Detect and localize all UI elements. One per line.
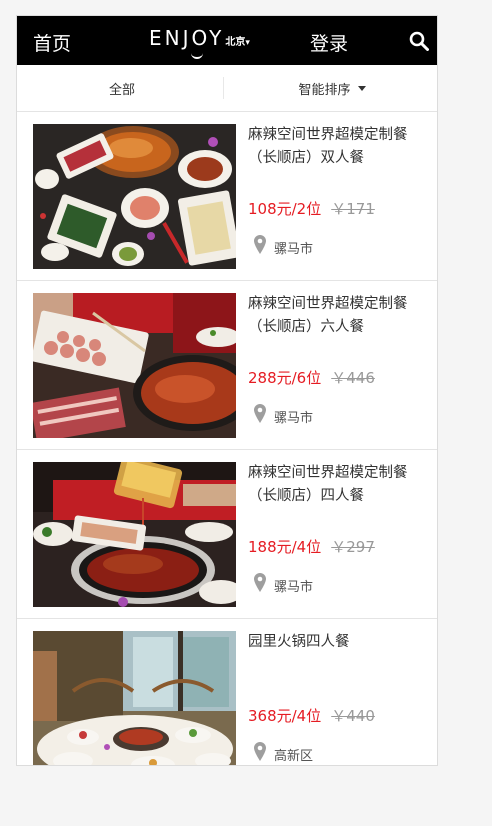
location-row: 高新区 (254, 739, 313, 764)
sort-filter-label: 智能排序 (298, 82, 351, 98)
logo-text: ENJOY (149, 26, 225, 50)
location-pin-icon (254, 742, 266, 761)
price-row: 288元/6位 ￥446 (248, 367, 375, 388)
deal-thumbnail[interactable] (33, 462, 236, 607)
deal-title: 麻辣空间世界超模定制餐（长顺店）双人餐 (248, 127, 408, 166)
category-filter[interactable]: 全部 (17, 65, 227, 111)
deal-title: 麻辣空间世界超模定制餐（长顺店）四人餐 (248, 465, 408, 504)
deal-location: 骡马市 (274, 411, 314, 426)
deal-list-item[interactable]: 园里火锅四人餐 368元/4位 ￥440 高新区 (17, 619, 437, 765)
location-row: 骡马市 (254, 401, 313, 426)
filter-bar: 全部 智能排序 (17, 65, 437, 112)
deal-price: 108元/2位 (248, 200, 322, 218)
price-row: 108元/2位 ￥171 (248, 198, 375, 219)
price-row: 368元/4位 ￥440 (248, 705, 375, 726)
price-row: 188元/4位 ￥297 (248, 536, 375, 557)
deal-price: 188元/4位 (248, 538, 322, 556)
login-link[interactable]: 登录 (310, 29, 348, 56)
deal-list-item[interactable]: 麻辣空间世界超模定制餐（长顺店）六人餐 288元/6位 ￥446 骡马市 (17, 281, 437, 450)
search-icon[interactable] (409, 31, 429, 51)
city-selector[interactable]: 北京 (225, 37, 245, 48)
filter-divider (223, 77, 224, 99)
location-row: 骡马市 (254, 570, 313, 595)
deal-list-item[interactable]: 麻辣空间世界超模定制餐（长顺店）四人餐 188元/4位 ￥297 骡马市 (17, 450, 437, 619)
original-price: ￥297 (331, 538, 375, 556)
app-frame: 首页 ENJOY北京▾ 登录 全部 智能排序 麻辣空间世界超模定制餐（长顺店）双… (16, 15, 438, 766)
deal-title: 麻辣空间世界超模定制餐（长顺店）六人餐 (248, 296, 408, 335)
sort-filter[interactable]: 智能排序 (227, 65, 437, 111)
deal-thumbnail[interactable] (33, 631, 236, 765)
location-row: 骡马市 (254, 232, 313, 257)
deal-location: 骡马市 (274, 580, 314, 595)
deal-price: 368元/4位 (248, 707, 322, 725)
category-filter-label: 全部 (108, 82, 135, 98)
deal-list-item[interactable]: 麻辣空间世界超模定制餐（长顺店）双人餐 108元/2位 ￥171 骡马市 (17, 112, 437, 281)
original-price: ￥440 (331, 707, 375, 725)
logo-smile-mark (191, 51, 203, 59)
enjoy-logo[interactable]: ENJOY北京▾ (149, 26, 250, 59)
deal-title: 园里火锅四人餐 (248, 634, 350, 650)
location-pin-icon (254, 235, 266, 254)
home-link[interactable]: 首页 (33, 29, 71, 56)
top-nav-bar: 首页 ENJOY北京▾ 登录 (17, 16, 437, 65)
deal-location: 高新区 (274, 749, 314, 764)
deal-price: 288元/6位 (248, 369, 322, 387)
deal-location: 骡马市 (274, 242, 314, 257)
location-pin-icon (254, 573, 266, 592)
location-pin-icon (254, 404, 266, 423)
deal-thumbnail[interactable] (33, 124, 236, 269)
caret-down-icon (357, 85, 366, 91)
deal-thumbnail[interactable] (33, 293, 236, 438)
original-price: ￥171 (331, 200, 375, 218)
original-price: ￥446 (331, 369, 375, 387)
city-caret-icon: ▾ (245, 38, 250, 48)
